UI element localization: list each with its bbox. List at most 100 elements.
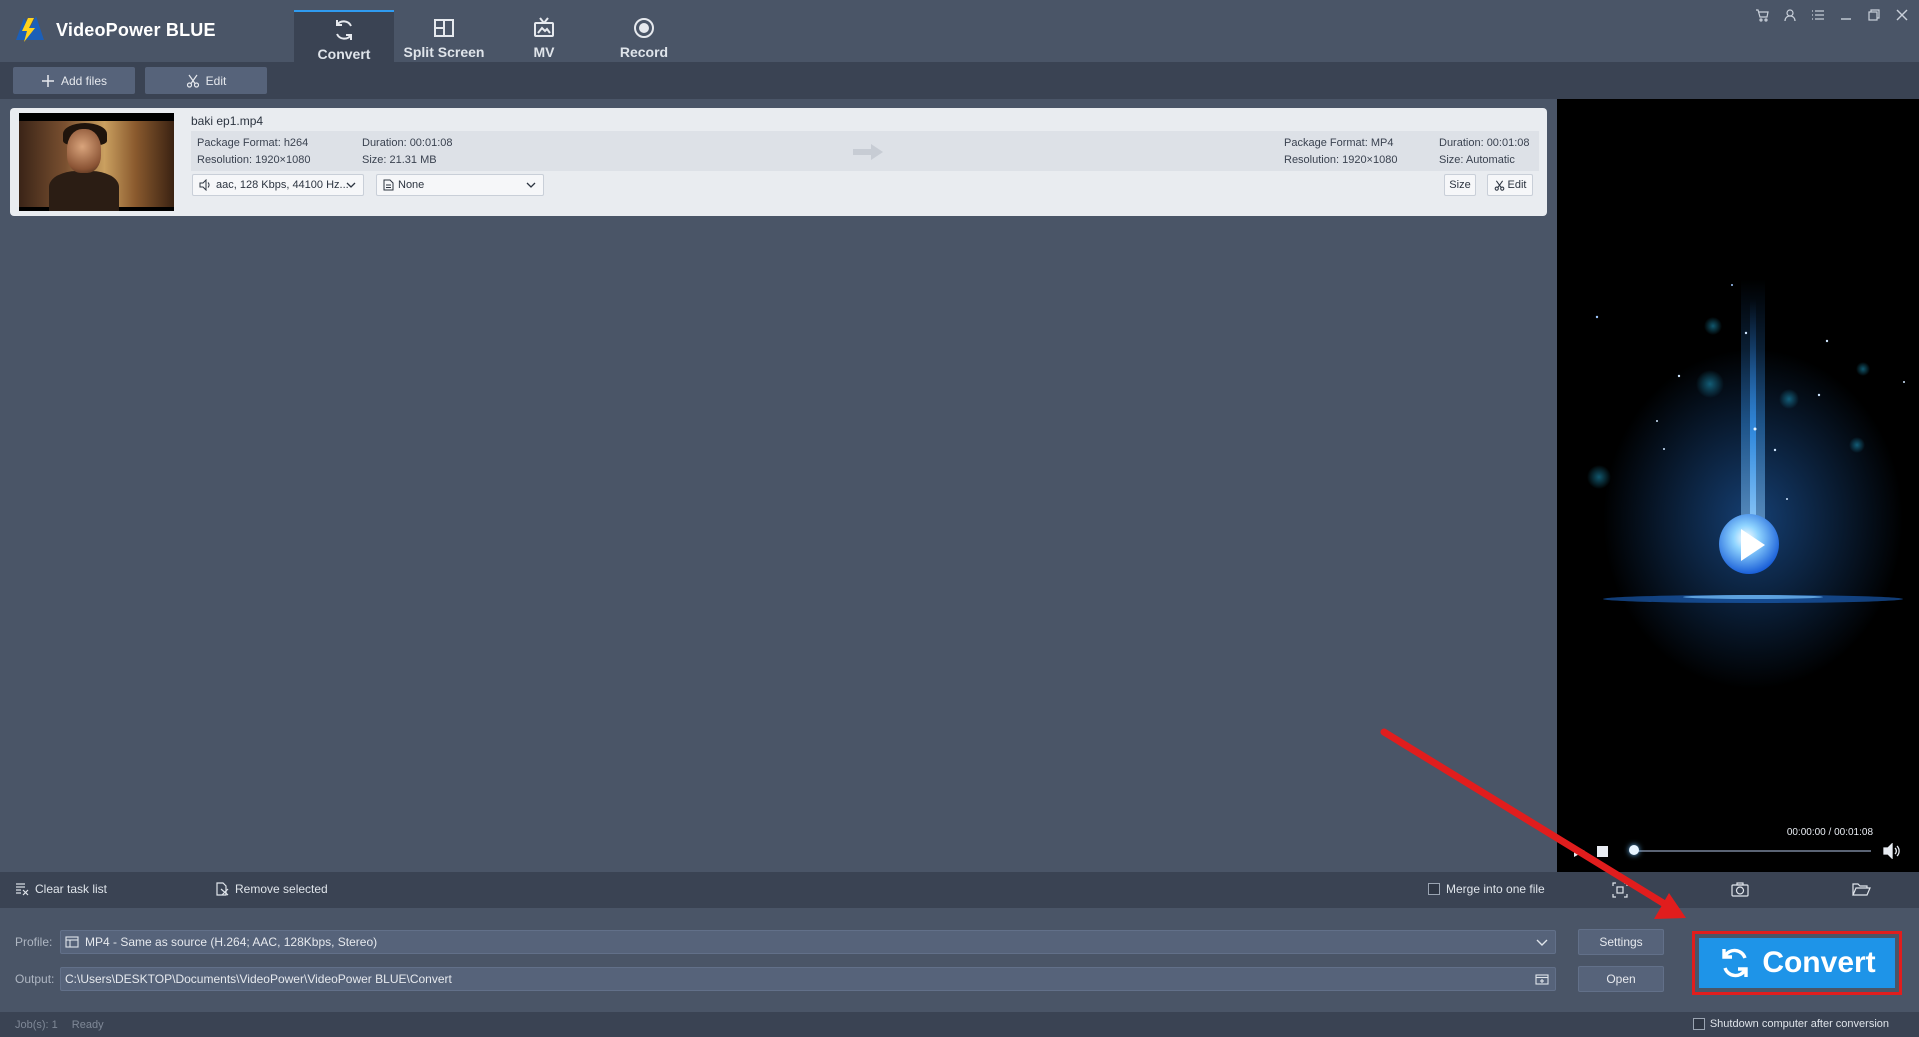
scissors-icon	[1494, 179, 1504, 191]
remove-selected-button[interactable]: Remove selected	[215, 882, 328, 896]
file-info: Package Format: h264 Resolution: 1920×10…	[191, 131, 1539, 171]
tab-label: Record	[619, 44, 669, 60]
merge-checkbox[interactable]: Merge into one file	[1428, 882, 1545, 896]
edit-button[interactable]: Edit	[145, 67, 267, 94]
output-path-field[interactable]: C:\Users\DESKTOP\Documents\VideoPower\Vi…	[60, 967, 1556, 991]
restore-icon[interactable]	[1863, 6, 1885, 24]
file-name: baki ep1.mp4	[191, 114, 264, 128]
toolbar: Add files Edit	[0, 62, 1919, 99]
folder-icon[interactable]	[1851, 880, 1871, 900]
settings-button[interactable]: Settings	[1578, 929, 1664, 955]
add-files-label: Add files	[60, 73, 108, 88]
item-edit-label: Edit	[1507, 179, 1527, 191]
open-button[interactable]: Open	[1578, 966, 1664, 992]
status-text: Ready	[71, 1019, 104, 1031]
browse-folder-icon[interactable]	[1535, 972, 1549, 986]
refresh-icon	[336, 20, 352, 40]
file-item[interactable]: baki ep1.mp4 Package Format: h264 Resolu…	[10, 108, 1547, 216]
stop-icon[interactable]	[1595, 843, 1611, 859]
source-package-format: Package Format: h264	[197, 137, 309, 149]
tab-mv[interactable]: MV	[494, 10, 594, 62]
shutdown-label: Shutdown computer after conversion	[1709, 1018, 1889, 1030]
clear-task-list-button[interactable]: Clear task list	[15, 882, 107, 896]
remove-file-icon	[216, 882, 229, 896]
convert-highlight: Convert	[1692, 931, 1902, 995]
chevron-down-icon	[1536, 939, 1548, 946]
camera-icon[interactable]	[1730, 880, 1750, 900]
playback-time: 00:00:00 / 00:01:08	[1786, 827, 1873, 838]
seek-handle[interactable]	[1629, 845, 1639, 855]
jobs-count: Job(s): 1	[15, 1019, 58, 1031]
source-size: Size: 21.31 MB	[362, 154, 437, 166]
target-resolution: Resolution: 1920×1080	[1284, 154, 1398, 166]
chevron-down-icon	[526, 182, 536, 188]
play-icon[interactable]	[1571, 843, 1587, 859]
profile-value: MP4 - Same as source (H.264; AAC, 128Kbp…	[85, 935, 378, 949]
minimize-icon[interactable]	[1835, 6, 1857, 24]
video-preview: 00:00:00 / 00:01:08	[1557, 99, 1919, 872]
plus-icon	[41, 74, 54, 87]
shutdown-checkbox[interactable]: Shutdown computer after conversion	[1692, 1018, 1889, 1030]
convert-label: Convert	[1762, 946, 1876, 979]
audio-track-value: aac, 128 Kbps, 44100 Hz...	[216, 179, 349, 191]
size-button-label: Size	[1449, 179, 1471, 191]
app-title: VideoPower BLUE	[56, 19, 216, 40]
status-bar: Job(s): 1 Ready Shutdown computer after …	[0, 1012, 1919, 1037]
chevron-down-icon	[346, 182, 356, 188]
close-icon[interactable]	[1891, 6, 1913, 24]
window-controls	[1751, 6, 1913, 24]
merge-checkbox-box[interactable]	[1428, 883, 1440, 895]
source-resolution: Resolution: 1920×1080	[197, 154, 311, 166]
profile-select[interactable]: MP4 - Same as source (H.264; AAC, 128Kbp…	[60, 930, 1556, 954]
tab-convert[interactable]: Convert	[294, 10, 394, 62]
profile-label: Profile:	[15, 935, 53, 949]
clear-task-list-label: Clear task list	[35, 882, 108, 896]
split-screen-icon	[434, 19, 454, 37]
open-label: Open	[1606, 972, 1636, 986]
file-list: baki ep1.mp4 Package Format: h264 Resolu…	[0, 99, 1557, 872]
tab-label: Convert	[317, 46, 371, 62]
brand: VideoPower BLUE	[14, 14, 216, 46]
clear-list-icon	[16, 883, 29, 896]
size-button[interactable]: Size	[1444, 174, 1476, 196]
output-panel: Profile: MP4 - Same as source (H.264; AA…	[0, 908, 1919, 1012]
output-path-value: C:\Users\DESKTOP\Documents\VideoPower\Vi…	[65, 972, 452, 986]
tab-label: MV	[533, 44, 555, 60]
seek-bar[interactable]	[1633, 850, 1871, 852]
item-edit-button[interactable]: Edit	[1487, 174, 1533, 196]
tab-split-screen[interactable]: Split Screen	[394, 10, 494, 62]
record-icon	[634, 18, 654, 38]
merge-label: Merge into one file	[1446, 882, 1545, 896]
target-size: Size: Automatic	[1439, 154, 1515, 166]
source-duration: Duration: 00:01:08	[362, 137, 453, 149]
subtitle-value: None	[398, 179, 425, 191]
convert-button[interactable]: Convert	[1699, 938, 1895, 988]
preview-splash	[1557, 99, 1919, 829]
audio-track-dropdown[interactable]: aac, 128 Kbps, 44100 Hz...	[192, 174, 364, 196]
menu-icon[interactable]	[1807, 6, 1829, 24]
task-bar: Clear task list Remove selected Merge in…	[0, 872, 1919, 908]
shutdown-checkbox-box[interactable]	[1692, 1018, 1705, 1030]
refresh-icon	[1722, 948, 1749, 978]
target-duration: Duration: 00:01:08	[1439, 137, 1530, 149]
format-icon	[65, 936, 79, 948]
subtitle-dropdown[interactable]: None	[376, 174, 544, 196]
volume-icon[interactable]	[1883, 843, 1901, 859]
main-tabs: Convert Split Screen MV Record	[294, 10, 694, 62]
target-package-format: Package Format: MP4	[1284, 137, 1394, 149]
user-icon[interactable]	[1779, 6, 1801, 24]
settings-label: Settings	[1599, 935, 1643, 949]
output-label: Output:	[15, 972, 55, 986]
crop-icon[interactable]	[1610, 880, 1630, 900]
edit-label: Edit	[205, 73, 227, 88]
app-logo-icon	[16, 16, 44, 42]
tv-icon	[534, 17, 554, 37]
title-bar: VideoPower BLUE Convert Split Screen MV	[0, 0, 1919, 62]
cart-icon[interactable]	[1751, 6, 1773, 24]
scissors-icon	[186, 74, 199, 88]
remove-selected-label: Remove selected	[235, 882, 328, 896]
tab-record[interactable]: Record	[594, 10, 694, 62]
arrow-right-icon	[853, 144, 883, 160]
add-files-button[interactable]: Add files	[13, 67, 135, 94]
video-thumbnail[interactable]	[19, 113, 174, 211]
